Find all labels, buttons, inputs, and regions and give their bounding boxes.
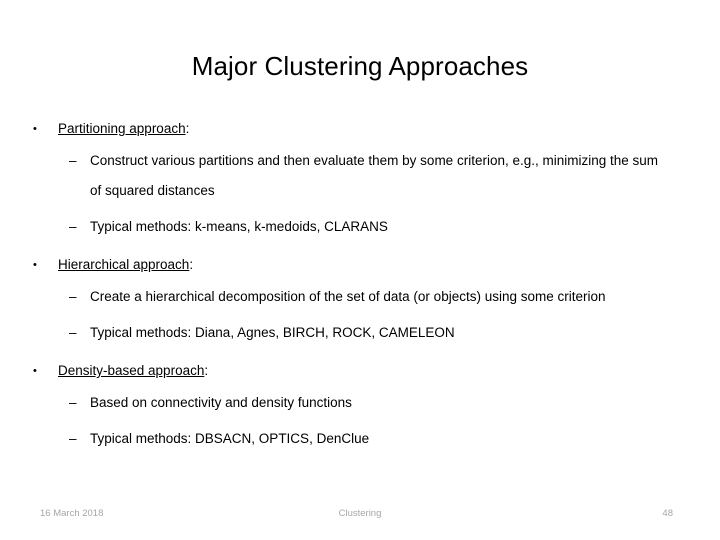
bullet-heading-text: Partitioning approach (58, 121, 186, 136)
slide: Major Clustering Approaches • Partitioni… (0, 0, 720, 540)
footer-subject: Clustering (338, 508, 382, 519)
footer-page-number: 48 (662, 508, 673, 519)
bullet-heading-density-based: Density-based approach: (58, 363, 208, 378)
sub-bullet-text: Typical methods: Diana, Agnes, BIRCH, RO… (90, 325, 455, 340)
dash-glyph-icon: – (69, 289, 77, 304)
bullet-glyph-icon: • (33, 123, 37, 135)
bullet-heading-colon: : (189, 257, 194, 272)
bullet-heading-colon: : (204, 363, 209, 378)
bullet-item-partitioning: • Partitioning approach: (0, 118, 720, 140)
sub-bullet-text: Construct various partitions and then ev… (90, 153, 659, 198)
sub-bullet-text: Typical methods: k-means, k-medoids, CLA… (90, 219, 388, 234)
sub-bullet-item: – Based on connectivity and density func… (0, 388, 720, 418)
bullet-heading-hierarchical: Hierarchical approach: (58, 257, 193, 272)
dash-glyph-icon: – (69, 153, 77, 168)
bullet-item-hierarchical: • Hierarchical approach: (0, 254, 720, 276)
bullet-group-hierarchical: • Hierarchical approach: – Create a hier… (0, 254, 720, 348)
dash-glyph-icon: – (69, 395, 77, 410)
bullet-group-density-based: • Density-based approach: – Based on con… (0, 360, 720, 454)
bullet-group-partitioning: • Partitioning approach: – Construct var… (0, 118, 720, 242)
bullet-glyph-icon: • (33, 365, 37, 377)
sub-bullet-item: – Typical methods: DBSACN, OPTICS, DenCl… (0, 424, 720, 454)
bullet-heading-text: Density-based approach (58, 363, 205, 378)
slide-title: Major Clustering Approaches (191, 51, 529, 82)
sub-bullet-text: Create a hierarchical decomposition of t… (90, 289, 606, 304)
bullet-item-density-based: • Density-based approach: (0, 360, 720, 382)
bullet-heading-colon: : (185, 121, 190, 136)
sub-bullet-item: – Construct various partitions and then … (0, 146, 720, 206)
sub-bullet-item: – Typical methods: Diana, Agnes, BIRCH, … (0, 318, 720, 348)
bullet-glyph-icon: • (33, 259, 37, 271)
sub-bullet-item: – Create a hierarchical decomposition of… (0, 282, 720, 312)
bullet-heading-text: Hierarchical approach (58, 257, 190, 272)
bullet-heading-partitioning: Partitioning approach: (58, 121, 189, 136)
slide-body: • Partitioning approach: – Construct var… (0, 118, 720, 454)
dash-glyph-icon: – (69, 219, 77, 234)
dash-glyph-icon: – (69, 431, 77, 446)
dash-glyph-icon: – (69, 325, 77, 340)
slide-footer: 16 March 2018 Clustering 48 (0, 508, 720, 524)
sub-bullet-text: Based on connectivity and density functi… (90, 395, 352, 410)
sub-bullet-text: Typical methods: DBSACN, OPTICS, DenClue (90, 431, 370, 446)
sub-bullet-item: – Typical methods: k-means, k-medoids, C… (0, 212, 720, 242)
